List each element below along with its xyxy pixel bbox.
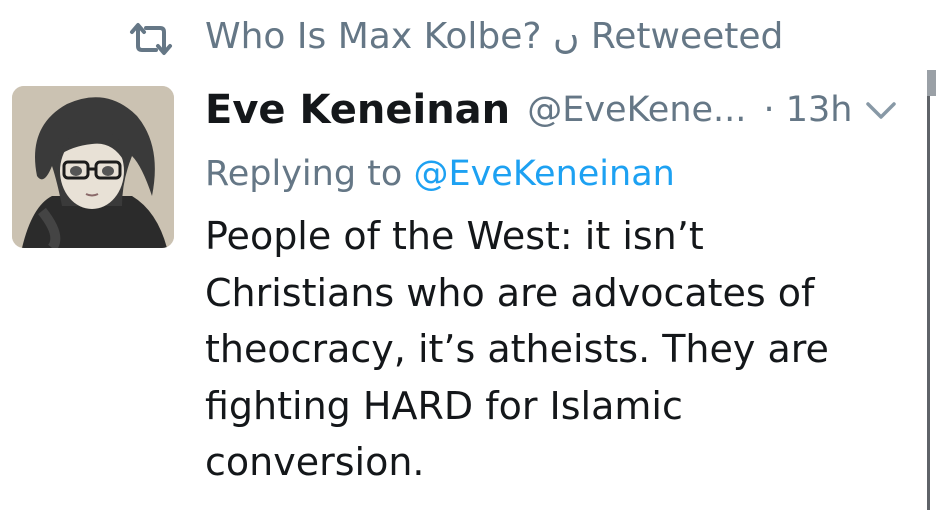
retweeted-text: Retweeted bbox=[590, 16, 784, 57]
reply-handle-link[interactable]: @EveKeneinan bbox=[413, 154, 674, 194]
separator-dot: · bbox=[763, 90, 775, 130]
retweet-icon bbox=[130, 23, 172, 55]
avatar-image bbox=[12, 86, 174, 248]
replying-to-label: Replying to bbox=[205, 154, 403, 194]
retweet-context: Who Is Max Kolbe? ں Retweeted bbox=[0, 0, 938, 78]
reply-context: Replying to @EveKeneinan bbox=[205, 150, 675, 198]
author-name[interactable]: Eve Keneinan bbox=[205, 87, 510, 133]
retweeter-name[interactable]: Who Is Max Kolbe? ں bbox=[205, 16, 579, 57]
avatar[interactable] bbox=[12, 86, 174, 248]
scrollbar-thumb[interactable] bbox=[927, 70, 936, 96]
retweet-label[interactable]: Who Is Max Kolbe? ں Retweeted bbox=[205, 12, 783, 62]
chevron-down-icon[interactable] bbox=[862, 96, 900, 124]
scrollbar-track bbox=[927, 96, 930, 510]
tweet-timestamp[interactable]: 13h bbox=[786, 90, 853, 130]
tweet-text: People of the West: it isn’t Christians … bbox=[205, 214, 829, 484]
author-handle[interactable]: @EveKene... bbox=[527, 90, 746, 130]
tweet-header: Eve Keneinan @EveKene... · 13h bbox=[205, 83, 852, 137]
